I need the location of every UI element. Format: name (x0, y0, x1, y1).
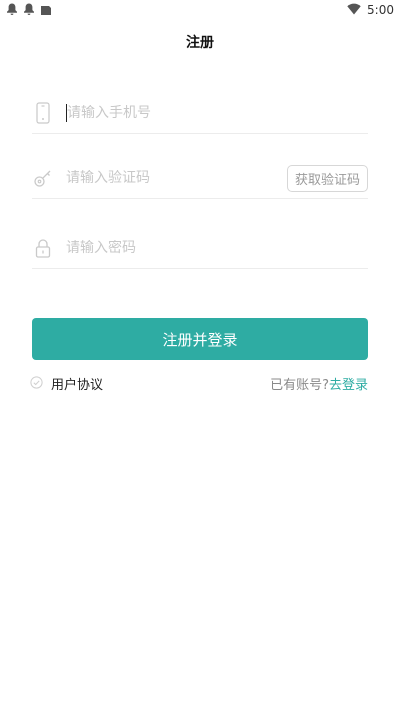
code-input[interactable] (66, 170, 287, 186)
status-bar: 5:00 (0, 0, 400, 19)
password-divider (32, 268, 368, 269)
get-code-button[interactable]: 获取验证码 (287, 164, 368, 192)
notification-icon (6, 1, 18, 20)
password-input[interactable] (66, 240, 368, 256)
code-divider (32, 198, 368, 199)
check-icon[interactable] (30, 374, 43, 393)
password-row (32, 231, 368, 265)
status-left (6, 1, 52, 20)
key-icon (32, 167, 54, 189)
register-login-button[interactable]: 注册并登录 (32, 318, 368, 360)
phone-divider (32, 133, 368, 134)
user-agreement-link[interactable]: 用户协议 (51, 374, 103, 393)
have-account-text: 已有账号? (270, 378, 329, 393)
wifi-icon (347, 0, 361, 19)
status-right: 5:00 (347, 0, 394, 19)
phone-icon (32, 102, 54, 124)
notification-icon (23, 1, 35, 20)
login-row: 已有账号? 去登录 (270, 374, 368, 393)
code-row: 获取验证码 (32, 161, 368, 195)
page-title: 注册 (186, 35, 214, 51)
phone-input[interactable] (67, 105, 368, 121)
go-login-link[interactable]: 去登录 (329, 374, 368, 393)
sim-icon (40, 1, 52, 20)
phone-row (32, 96, 368, 130)
lock-icon (32, 237, 54, 259)
status-time: 5:00 (367, 2, 394, 17)
agreement-row[interactable]: 用户协议 (30, 374, 103, 393)
